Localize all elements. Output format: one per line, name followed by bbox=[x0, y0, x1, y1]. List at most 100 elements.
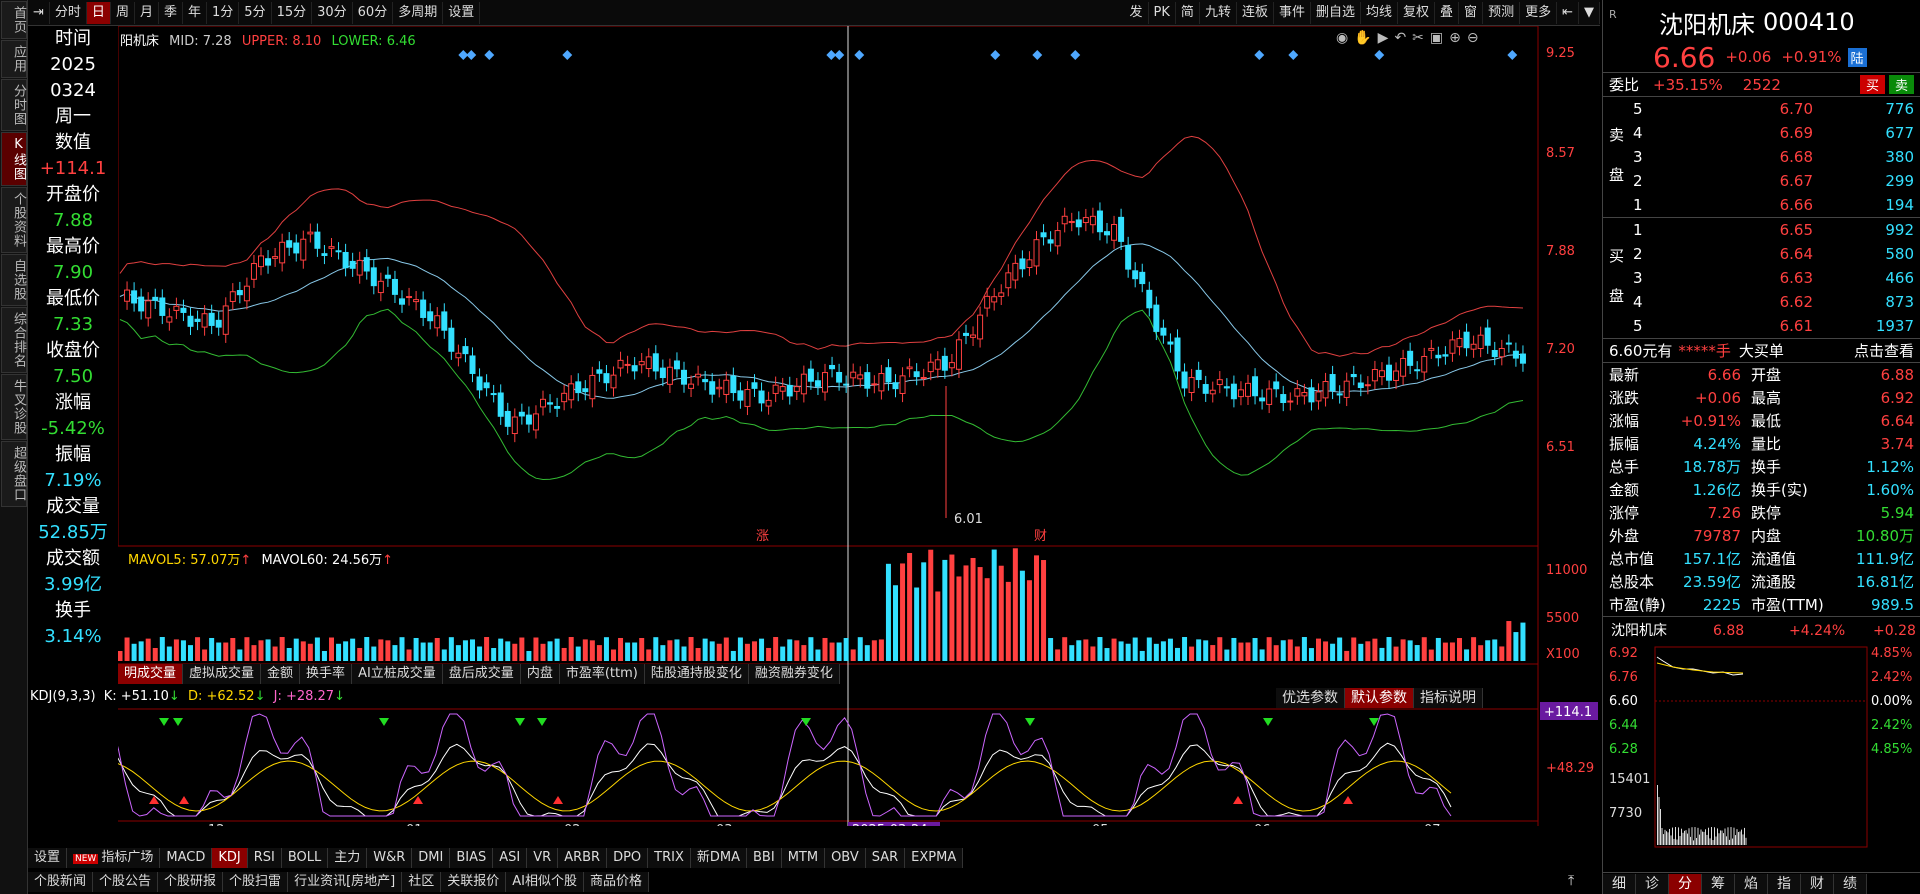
event-diamond-marker[interactable] bbox=[1070, 50, 1081, 60]
left-tab-1[interactable]: 应用 bbox=[1, 40, 27, 78]
news-tab-6[interactable]: 关联报价 bbox=[441, 872, 507, 892]
indicator-tab-15[interactable]: 新DMA bbox=[690, 848, 748, 868]
period-tab-7[interactable]: 5分 bbox=[239, 1, 272, 24]
indicator-tab-4[interactable]: RSI bbox=[247, 848, 282, 868]
period-tab-11[interactable]: 多周期 bbox=[393, 1, 444, 24]
period-tab-5[interactable]: 年 bbox=[183, 1, 207, 24]
volume-tab-8[interactable]: 陆股通持股变化 bbox=[644, 664, 749, 684]
event-tag-limit-up[interactable]: 涨 bbox=[756, 529, 769, 544]
left-tab-7[interactable]: 牛叉诊股 bbox=[1, 374, 27, 440]
indicator-tab-11[interactable]: VR bbox=[527, 848, 559, 868]
period-tab-12[interactable]: 设置 bbox=[443, 1, 481, 24]
quote-tab-6[interactable]: 财 bbox=[1801, 873, 1834, 894]
toolbar-item-1[interactable]: PK bbox=[1149, 2, 1176, 24]
indicator-tab-19[interactable]: SAR bbox=[865, 848, 906, 868]
quote-tab-3[interactable]: 筹 bbox=[1702, 873, 1735, 894]
indicator-tab-20[interactable]: EXPMA bbox=[905, 848, 964, 868]
bigorder-view-link[interactable]: 点击查看 bbox=[1854, 340, 1914, 361]
undo-icon[interactable]: ↶ bbox=[1394, 30, 1406, 46]
volume-tab-9[interactable]: 融资融券变化 bbox=[748, 664, 840, 684]
volume-tab-5[interactable]: 盘后成交量 bbox=[442, 664, 521, 684]
indicator-tab-14[interactable]: TRIX bbox=[648, 848, 691, 868]
toolbar-item-6[interactable]: 删自选 bbox=[1311, 2, 1361, 24]
kdj-button-0[interactable]: 优选参数 bbox=[1276, 688, 1345, 708]
toolbar-item-2[interactable]: 简 bbox=[1176, 2, 1200, 24]
eye-icon[interactable]: ◉ bbox=[1336, 30, 1348, 46]
news-tab-4[interactable]: 行业资讯[房地产] bbox=[288, 872, 403, 892]
left-tab-3[interactable]: K线图 bbox=[1, 132, 27, 186]
period-tab-2[interactable]: 周 bbox=[111, 1, 135, 24]
event-diamond-marker[interactable] bbox=[466, 50, 477, 60]
volume-tab-6[interactable]: 内盘 bbox=[520, 664, 560, 684]
news-tab-2[interactable]: 个股研报 bbox=[158, 872, 224, 892]
volume-tab-0[interactable]: 明成交量 bbox=[118, 664, 184, 684]
volume-tab-2[interactable]: 金额 bbox=[261, 664, 301, 684]
period-tab-9[interactable]: 30分 bbox=[312, 1, 353, 24]
quote-tab-5[interactable]: 指 bbox=[1768, 873, 1801, 894]
toolbar-item-7[interactable]: 均线 bbox=[1361, 2, 1399, 24]
buy-button[interactable]: 买 bbox=[1859, 75, 1885, 94]
zoom-out-icon[interactable]: ⊖ bbox=[1467, 30, 1479, 46]
indicator-tab-3[interactable]: KDJ bbox=[212, 848, 248, 868]
indicator-tab-10[interactable]: ASI bbox=[493, 848, 528, 868]
quote-tab-1[interactable]: 诊 bbox=[1636, 873, 1669, 894]
period-tab-8[interactable]: 15分 bbox=[272, 1, 313, 24]
kdj-button-1[interactable]: 默认参数 bbox=[1345, 688, 1414, 708]
event-diamond-marker[interactable] bbox=[1507, 50, 1518, 60]
left-tab-0[interactable]: 首页 bbox=[1, 1, 27, 39]
left-tab-5[interactable]: 自选股 bbox=[1, 254, 27, 306]
event-tag-earnings[interactable]: 财 bbox=[1034, 529, 1047, 544]
left-tab-6[interactable]: 综合排名 bbox=[1, 307, 27, 373]
fullscreen-icon[interactable]: ⇤ bbox=[1557, 2, 1579, 24]
event-diamond-marker[interactable] bbox=[484, 50, 495, 60]
indicator-tab-5[interactable]: BOLL bbox=[281, 848, 329, 868]
event-diamond-marker[interactable] bbox=[834, 50, 845, 60]
toolbar-item-5[interactable]: 事件 bbox=[1274, 2, 1311, 24]
lock-icon[interactable]: ▣ bbox=[1430, 30, 1443, 46]
toolbar-item-12[interactable]: 更多 bbox=[1520, 2, 1558, 24]
toolbar-item-0[interactable]: 发 bbox=[1125, 2, 1149, 24]
news-tab-1[interactable]: 个股公告 bbox=[93, 872, 159, 892]
indicator-tab-8[interactable]: DMI bbox=[412, 848, 451, 868]
volume-tab-7[interactable]: 市盈率(ttm) bbox=[559, 664, 645, 684]
period-tab-4[interactable]: 季 bbox=[159, 1, 183, 24]
kdj-button-2[interactable]: 指标说明 bbox=[1414, 688, 1483, 708]
indicator-tab-2[interactable]: MACD bbox=[160, 848, 213, 868]
indicator-tab-12[interactable]: ARBR bbox=[558, 848, 608, 868]
quote-tab-0[interactable]: 细 bbox=[1603, 873, 1636, 894]
volume-tab-1[interactable]: 虚拟成交量 bbox=[183, 664, 262, 684]
period-tab-1[interactable]: 日 bbox=[86, 1, 111, 24]
scissors-icon[interactable]: ✂ bbox=[1412, 30, 1424, 46]
event-diamond-marker[interactable] bbox=[854, 50, 865, 60]
quote-tab-7[interactable]: 绩 bbox=[1834, 873, 1867, 894]
event-diamond-marker[interactable] bbox=[1254, 50, 1265, 60]
period-tab-10[interactable]: 60分 bbox=[353, 1, 394, 24]
dropdown-arrow-icon[interactable]: ▼ bbox=[1579, 2, 1600, 24]
left-tab-8[interactable]: 超级盘口 bbox=[1, 441, 27, 507]
indicator-tab-17[interactable]: MTM bbox=[781, 848, 826, 868]
indicator-tab-0[interactable]: 设置 bbox=[28, 848, 68, 868]
indicator-tab-9[interactable]: BIAS bbox=[450, 848, 494, 868]
indicator-tab-18[interactable]: OBV bbox=[825, 848, 866, 868]
news-tab-0[interactable]: 个股新闻 bbox=[28, 872, 94, 892]
toolbar-item-4[interactable]: 连板 bbox=[1237, 2, 1274, 24]
news-tab-7[interactable]: AI相似个股 bbox=[506, 872, 584, 892]
news-tab-8[interactable]: 商品价格 bbox=[583, 872, 649, 892]
news-tab-5[interactable]: 社区 bbox=[402, 872, 442, 892]
left-tab-4[interactable]: 个股资料 bbox=[1, 187, 27, 253]
event-diamond-marker[interactable] bbox=[1288, 50, 1299, 60]
quote-tab-4[interactable]: 焰 bbox=[1735, 873, 1768, 894]
period-tab-0[interactable]: 分时 bbox=[50, 1, 87, 24]
period-tab-6[interactable]: 1分 bbox=[207, 1, 240, 24]
event-diamond-marker[interactable] bbox=[990, 50, 1001, 60]
toolbar-item-3[interactable]: 九转 bbox=[1200, 2, 1237, 24]
quote-tab-2[interactable]: 分 bbox=[1669, 873, 1702, 894]
intraday-mini-chart[interactable]: 沈阳机床 6.88 +4.24% +0.28 6.92 6.76 6.60 6.44 6.28 4… bbox=[1603, 616, 1920, 866]
event-diamond-marker[interactable] bbox=[1032, 50, 1043, 60]
zoom-in-icon[interactable]: ⊕ bbox=[1449, 30, 1461, 46]
indicator-tab-16[interactable]: BBI bbox=[747, 848, 782, 868]
left-tab-2[interactable]: 分时图 bbox=[1, 79, 27, 131]
indicator-tab-6[interactable]: 主力 bbox=[328, 848, 368, 868]
period-tab-3[interactable]: 月 bbox=[135, 1, 159, 24]
expand-icon[interactable]: ⇥ bbox=[28, 1, 50, 24]
